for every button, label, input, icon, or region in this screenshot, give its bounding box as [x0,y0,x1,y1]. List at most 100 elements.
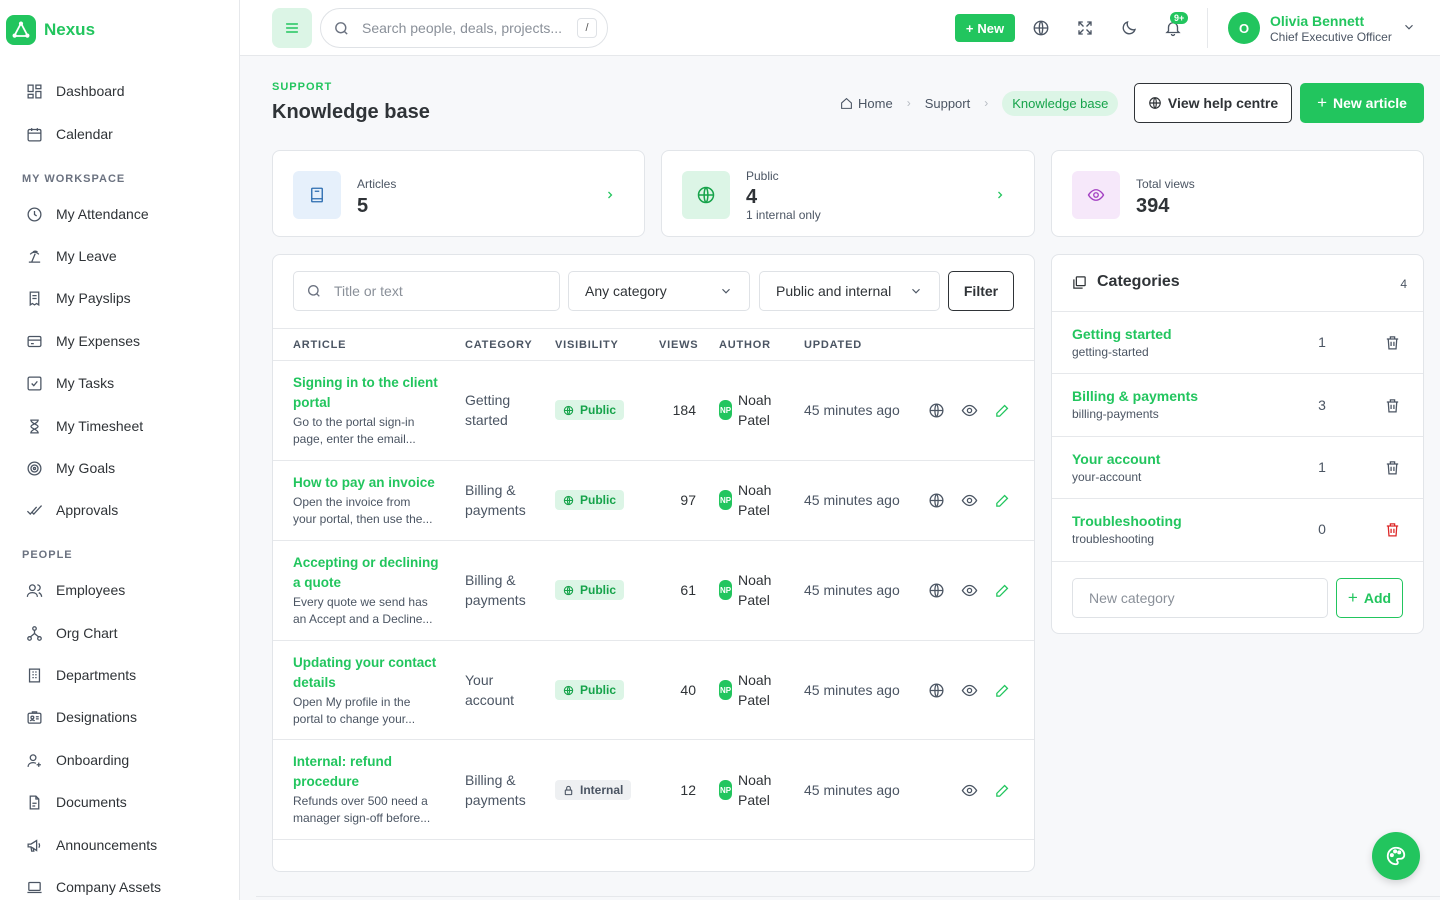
sidebar-item-my-tasks[interactable]: My Tasks [26,373,114,393]
category-name-link[interactable]: Getting started [1072,326,1172,342]
delete-category-button[interactable] [1382,332,1402,352]
globe-icon [563,405,574,415]
article-views: 12 [680,782,696,798]
sidebar-item-departments[interactable]: Departments [26,665,136,685]
breadcrumb-support[interactable]: Support [925,96,971,111]
calendar-icon [27,127,42,142]
sidebar-item-calendar[interactable]: Calendar [26,124,113,144]
language-button[interactable] [1027,14,1055,42]
menu-toggle-button[interactable] [272,8,312,48]
view-public-button[interactable] [926,490,946,510]
preview-button[interactable] [959,490,979,510]
edit-button[interactable] [992,780,1012,800]
visibility-label: Public [580,493,617,507]
sidebar-item-label: My Leave [56,248,117,264]
sidebar-item-my-attendance[interactable]: My Attendance [26,204,149,224]
category-name-link[interactable]: Billing & payments [1072,388,1198,404]
user-avatar[interactable]: O [1228,12,1260,44]
sidebar-item-org-chart[interactable]: Org Chart [26,623,117,643]
new-button[interactable]: + New [955,14,1015,42]
org-chart-icon [27,625,42,641]
sidebar-item-label: Designations [56,709,137,725]
divider [273,328,1034,329]
sidebar-item-dashboard[interactable]: Dashboard [26,81,125,101]
sidebar-item-my-goals[interactable]: My Goals [26,458,115,478]
edit-button[interactable] [992,580,1012,600]
title-search-input[interactable]: Title or text [293,271,560,311]
article-views: 40 [680,682,696,698]
article-title-link[interactable]: Accepting or declining a quote [293,553,443,593]
sidebar-item-documents[interactable]: Documents [26,792,127,812]
column-header-category[interactable]: CATEGORY [465,339,533,351]
preview-button[interactable] [959,400,979,420]
delete-category-button[interactable] [1382,395,1402,415]
trash-icon [1386,460,1398,475]
stat-label: Public [746,169,779,183]
delete-category-button[interactable] [1382,519,1402,539]
column-header-visibility[interactable]: VISIBILITY [555,339,619,351]
fullscreen-button[interactable] [1071,14,1099,42]
view-help-centre-button[interactable]: View help centre [1134,83,1292,123]
view-public-button[interactable] [926,580,946,600]
sidebar-item-announcements[interactable]: Announcements [26,835,157,855]
visibility-badge: Public [555,490,625,510]
view-public-button[interactable] [926,680,946,700]
column-header-article[interactable]: ARTICLE [293,339,346,351]
beach-icon [28,250,41,263]
stat-card-public[interactable]: Public 4 1 internal only [661,150,1035,237]
edit-button[interactable] [992,400,1012,420]
articles-panel: Title or text Any category Public and in… [272,254,1035,872]
home-icon [841,97,852,109]
category-name-link[interactable]: Your account [1072,451,1160,467]
sidebar-item-label: My Goals [56,460,116,476]
preview-button[interactable] [959,680,979,700]
article-author: NP Noah Patel [719,480,776,520]
user-name[interactable]: Olivia Bennett [1270,13,1364,29]
add-category-button[interactable]: + Add [1336,578,1403,618]
sidebar-item-onboarding[interactable]: Onboarding [26,750,129,770]
delete-category-button[interactable] [1382,457,1402,477]
article-title-link[interactable]: Internal: refund procedure [293,752,443,792]
column-header-updated[interactable]: UPDATED [804,339,862,351]
sidebar-item-my-payslips[interactable]: My Payslips [26,288,131,308]
chevron-right-icon [608,191,613,199]
sidebar-item-my-expenses[interactable]: My Expenses [26,331,140,351]
breadcrumb-home[interactable]: Home [840,96,893,111]
sidebar-item-designations[interactable]: Designations [26,707,137,727]
article-title-link[interactable]: How to pay an invoice [293,473,443,493]
article-title-link[interactable]: Updating your contact details [293,653,443,693]
view-public-button[interactable] [926,400,946,420]
app-logo[interactable]: Nexus [6,15,95,45]
preview-button[interactable] [959,580,979,600]
sidebar-item-company-assets[interactable]: Company Assets [26,877,161,897]
new-category-placeholder: New category [1089,590,1175,606]
article-excerpt: Open the invoice from your portal, then … [293,495,433,526]
article-category: Billing & payments [465,482,526,518]
category-name-link[interactable]: Troubleshooting [1072,513,1182,529]
article-title-link[interactable]: Signing in to the client portal [293,373,443,413]
global-search-input[interactable]: Search people, deals, projects... / [320,8,608,48]
sidebar-item-approvals[interactable]: Approvals [26,500,118,520]
chevron-down-icon[interactable] [1402,20,1416,34]
column-header-author[interactable]: AUTHOR [719,339,771,351]
stat-card-articles[interactable]: Articles 5 [272,150,645,237]
new-category-input[interactable]: New category [1072,578,1328,618]
theme-toggle-button[interactable] [1115,14,1143,42]
visibility-select[interactable]: Public and internal [759,271,940,311]
user-plus-icon [27,753,41,767]
search-icon [335,21,348,35]
new-article-button[interactable]: + New article [1300,83,1424,123]
new-button-label: New [977,20,1005,36]
sidebar-item-my-leave[interactable]: My Leave [26,246,117,266]
column-header-views[interactable]: VIEWS [659,339,698,351]
category-select[interactable]: Any category [568,271,750,311]
preview-button[interactable] [959,780,979,800]
edit-button[interactable] [992,490,1012,510]
sidebar-item-my-timesheet[interactable]: My Timesheet [26,416,143,436]
sidebar-item-employees[interactable]: Employees [26,580,125,600]
sidebar-item-label: My Expenses [56,333,141,349]
filter-button[interactable]: Filter [948,271,1014,311]
edit-button[interactable] [992,680,1012,700]
customizer-fab-button[interactable] [1372,832,1420,880]
receipt-icon [29,290,40,306]
